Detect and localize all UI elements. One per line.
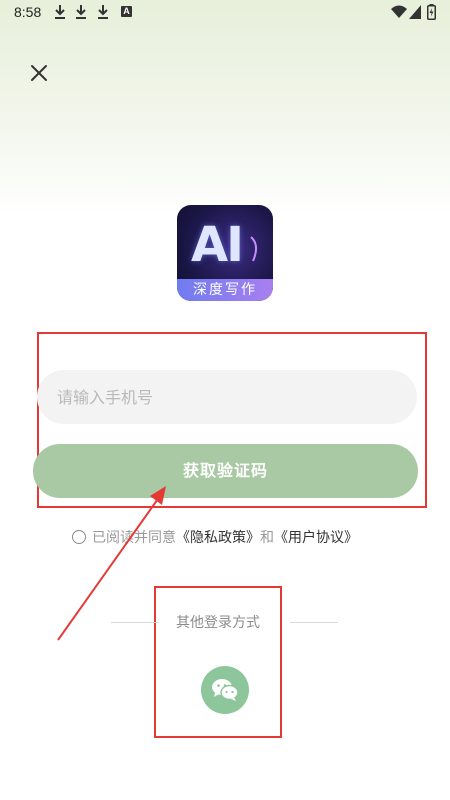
close-icon[interactable]	[26, 60, 52, 86]
annotation-highlight-box	[154, 586, 282, 738]
agreement-prefix: 已阅读并同意	[92, 530, 176, 546]
wechat-icon	[212, 679, 239, 701]
logo-banner: 深度写作	[177, 279, 273, 301]
agree-checkbox[interactable]	[72, 530, 86, 544]
divider-right	[290, 622, 338, 623]
status-bar: 8:58 A	[0, 0, 450, 26]
app-logo: AI 深度写作	[177, 205, 273, 301]
other-login-label: 其他登录方式	[176, 615, 260, 631]
user-agreement-link[interactable]: 《用户协议》	[274, 527, 358, 547]
battery-icon	[427, 4, 436, 20]
download-icon	[55, 5, 65, 19]
download-icon	[98, 5, 108, 19]
privacy-policy-link[interactable]: 《隐私政策》	[176, 527, 260, 547]
status-time: 8:58	[14, 4, 42, 20]
a-notification-icon: A	[121, 6, 132, 17]
wifi-icon	[391, 5, 407, 18]
agreement-row: 已阅读并同意 《隐私政策》 和 《用户协议》	[72, 527, 358, 547]
wechat-login-button[interactable]	[201, 666, 249, 714]
get-code-button[interactable]: 获取验证码	[33, 444, 418, 498]
logo-ai-text: AI	[191, 217, 244, 273]
divider-left	[111, 622, 159, 623]
pen-nib-icon	[250, 236, 257, 262]
agreement-and: 和	[260, 530, 274, 546]
signal-icon	[409, 5, 421, 19]
download-icon	[76, 5, 86, 19]
phone-input[interactable]	[37, 370, 417, 424]
